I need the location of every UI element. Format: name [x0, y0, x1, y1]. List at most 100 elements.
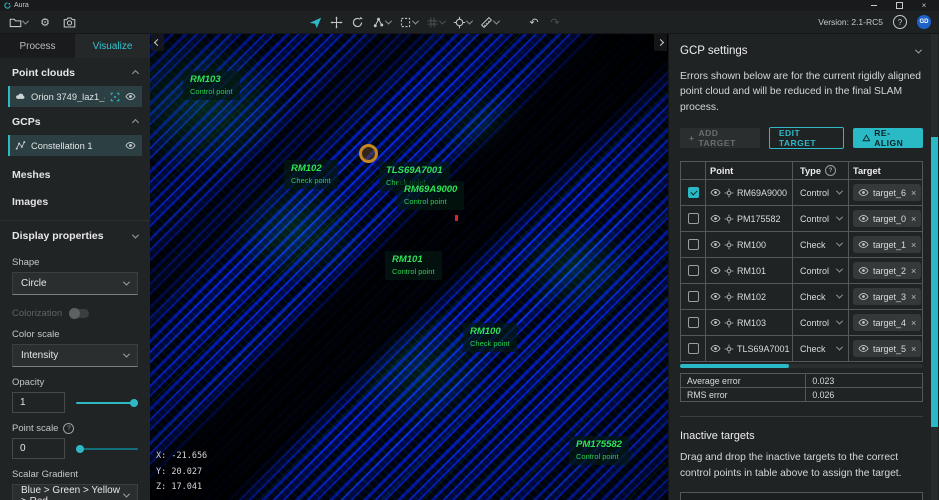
gcp-marker-label[interactable]: RM69A9000Control point	[397, 181, 464, 210]
target-chip[interactable]: target_3×	[853, 288, 921, 305]
crosshair-icon[interactable]	[724, 292, 734, 302]
crosshair-icon[interactable]	[724, 214, 734, 224]
eye-icon	[858, 291, 869, 302]
meshes-section-header[interactable]: Meshes	[0, 156, 150, 183]
eye-icon[interactable]	[710, 187, 721, 198]
row-checkbox[interactable]	[688, 239, 699, 250]
row-checkbox[interactable]	[688, 291, 699, 302]
undo-icon[interactable]: ↶	[527, 14, 541, 30]
eye-icon[interactable]	[710, 239, 721, 250]
opacity-slider[interactable]	[76, 398, 138, 408]
open-project-button[interactable]	[8, 14, 28, 30]
eye-icon[interactable]	[710, 213, 721, 224]
remove-target-icon[interactable]: ×	[911, 292, 916, 302]
panel-vertical-scrollbar[interactable]	[931, 34, 938, 500]
row-checkbox[interactable]	[688, 343, 699, 354]
point-clouds-section-header[interactable]: Point clouds	[0, 58, 150, 84]
crosshair-icon[interactable]	[724, 240, 734, 250]
type-select[interactable]: Control	[793, 206, 849, 231]
gcp-settings-header[interactable]: GCP settings	[680, 45, 923, 57]
type-select[interactable]: Check	[793, 284, 849, 309]
maximize-button[interactable]	[888, 0, 910, 11]
gcp-marker-label[interactable]: RM102Check point	[284, 160, 338, 189]
crosshair-icon[interactable]	[724, 266, 734, 276]
display-properties-header[interactable]: Display properties	[0, 220, 150, 247]
images-section-header[interactable]: Images	[0, 183, 150, 210]
tab-process[interactable]: Process	[0, 34, 75, 58]
gcp-marker-label[interactable]: RM101Control point	[385, 251, 442, 280]
close-button[interactable]: ×	[913, 0, 935, 11]
crosshair-icon[interactable]	[724, 318, 734, 328]
tab-visualize[interactable]: Visualize	[75, 34, 150, 58]
focus-crosshair-icon[interactable]	[110, 92, 120, 102]
eye-icon[interactable]	[710, 343, 721, 354]
target-chip[interactable]: target_0×	[853, 210, 921, 227]
row-checkbox[interactable]	[688, 213, 699, 224]
crosshair-icon[interactable]	[724, 188, 734, 198]
scalar-gradient-select[interactable]: Blue > Green > Yellow > Red	[12, 484, 138, 500]
shape-select[interactable]: Circle	[12, 272, 138, 295]
collapse-right-panel-button[interactable]	[654, 34, 667, 51]
type-select[interactable]: Control	[793, 258, 849, 283]
gcps-section-header[interactable]: GCPs	[0, 107, 150, 133]
type-select[interactable]: Check	[793, 336, 849, 361]
eye-icon[interactable]	[710, 317, 721, 328]
navigate-tool-icon[interactable]	[308, 14, 322, 30]
grid-tool-button	[425, 14, 445, 30]
help-icon[interactable]: ?	[893, 15, 907, 29]
remove-target-icon[interactable]: ×	[911, 214, 916, 224]
gcp-marker-label[interactable]: RM103Control point	[183, 71, 240, 100]
collapse-left-panel-button[interactable]	[151, 34, 164, 51]
minimize-button[interactable]	[863, 0, 885, 11]
orange-target-marker[interactable]	[359, 144, 378, 163]
screenshot-camera-icon[interactable]	[62, 14, 76, 30]
remove-target-icon[interactable]: ×	[911, 188, 916, 198]
gcp-marker-label[interactable]: PM175582Control point	[569, 436, 629, 465]
measure-tool-button[interactable]	[479, 14, 499, 30]
target-chip[interactable]: target_5×	[853, 340, 921, 357]
remove-target-icon[interactable]: ×	[911, 344, 916, 354]
target-chip[interactable]: target_2×	[853, 262, 921, 279]
color-scale-select[interactable]: Intensity	[12, 344, 138, 367]
type-select[interactable]: Control	[793, 180, 849, 205]
target-chip[interactable]: target_4×	[853, 314, 921, 331]
edit-target-button[interactable]: EDIT TARGET	[769, 127, 844, 149]
help-icon[interactable]: ?	[825, 165, 836, 176]
eye-icon[interactable]	[710, 291, 721, 302]
type-select[interactable]: Check	[793, 232, 849, 257]
chevron-up-icon	[133, 71, 138, 76]
inactive-targets-dropzone[interactable]	[680, 492, 923, 500]
eye-icon[interactable]	[125, 91, 136, 102]
point-scale-input[interactable]: 0	[12, 438, 65, 459]
remove-target-icon[interactable]: ×	[911, 266, 916, 276]
point-cloud-item[interactable]: Orion 3749_laz1_4.laz	[8, 86, 142, 107]
target-chip[interactable]: target_1×	[853, 236, 921, 253]
table-horizontal-scrollbar[interactable]	[680, 364, 923, 368]
eye-icon[interactable]	[710, 265, 721, 276]
point-scale-slider[interactable]	[76, 444, 138, 454]
target-chip[interactable]: target_6×	[853, 184, 921, 201]
type-select[interactable]: Control	[793, 310, 849, 335]
row-checkbox[interactable]	[688, 317, 699, 328]
user-avatar[interactable]: GD	[917, 15, 931, 29]
error-label: RMS error	[681, 388, 806, 401]
remove-target-icon[interactable]: ×	[911, 318, 916, 328]
row-checkbox[interactable]	[688, 265, 699, 276]
colorization-toggle[interactable]	[69, 309, 89, 318]
crosshair-icon[interactable]	[724, 344, 734, 354]
orbit-tool-icon[interactable]	[350, 14, 364, 30]
crop-tool-button[interactable]	[398, 14, 418, 30]
re-align-button[interactable]: RE-ALIGN	[853, 128, 924, 148]
settings-gear-icon[interactable]: ⚙	[38, 14, 52, 30]
eye-icon[interactable]	[125, 140, 136, 151]
opacity-input[interactable]: 1	[12, 392, 65, 413]
pan-tool-icon[interactable]	[329, 14, 343, 30]
row-checkbox[interactable]	[688, 187, 699, 198]
gcp-tool-button[interactable]	[371, 14, 391, 30]
gcp-marker-label[interactable]: RM100Check point	[463, 323, 517, 352]
point-cloud-viewport[interactable]: RM103Control pointRM102Check pointTLS69A…	[150, 34, 668, 500]
remove-target-icon[interactable]: ×	[911, 240, 916, 250]
target-tool-button[interactable]	[452, 14, 472, 30]
panel-divider	[680, 416, 923, 417]
gcp-constellation-item[interactable]: Constellation 1	[8, 135, 142, 156]
